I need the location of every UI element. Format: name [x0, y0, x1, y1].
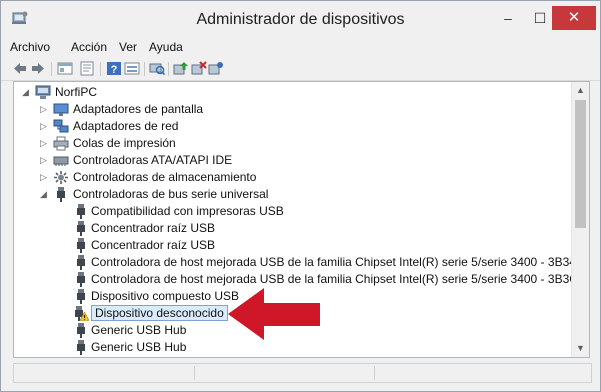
usb-plug-icon — [77, 289, 85, 304]
expand-icon[interactable]: ▷ — [40, 172, 50, 182]
close-button[interactable]: ✕ — [552, 6, 596, 30]
tree-device[interactable]: Compatibilidad con impresoras USB — [73, 203, 573, 220]
forward-arrow-icon[interactable] — [30, 61, 46, 76]
usb-plug-icon — [77, 340, 85, 355]
usb-plug-icon — [77, 221, 85, 236]
menu-ver[interactable]: Ver — [119, 40, 137, 54]
scrollbar-thumb[interactable] — [575, 100, 586, 228]
computer-icon — [35, 85, 51, 99]
expand-icon[interactable]: ▷ — [40, 155, 50, 165]
tree-device-label: Controladora de host mejorada USB de la … — [91, 272, 578, 286]
tree-device-label: Concentrador raíz USB — [91, 221, 216, 235]
update-driver-icon[interactable] — [173, 61, 189, 76]
tree-root[interactable]: ◢ NorfiPC — [22, 84, 322, 101]
menu-accion[interactable]: Acción — [71, 40, 107, 54]
tree-device-label: Dispositivo desconocido — [91, 305, 228, 321]
usb-plug-icon — [77, 272, 85, 287]
scroll-up-arrow-icon[interactable]: ▲ — [572, 82, 589, 99]
red-annotation-arrow-icon — [228, 288, 320, 340]
usb-plug-icon — [77, 238, 85, 253]
tree-device[interactable]: Controladora de host mejorada USB de la … — [73, 254, 576, 271]
menu-bar: Archivo Acción Ver Ayuda — [1, 38, 600, 58]
scroll-down-arrow-icon[interactable]: ▼ — [572, 340, 589, 357]
toolbar-separator — [144, 62, 145, 76]
tree-device-label: Generic USB Hub — [91, 340, 187, 354]
tree-category[interactable]: ▷ Adaptadores de red — [40, 118, 340, 135]
view-icon[interactable] — [57, 61, 73, 76]
tree-category[interactable]: ▷ Controladoras ATA/ATAPI IDE — [40, 152, 340, 169]
expand-icon[interactable]: ▷ — [40, 121, 50, 131]
menu-archivo[interactable]: Archivo — [10, 40, 50, 54]
tree-device-selected[interactable]: Dispositivo desconocido — [73, 305, 573, 322]
tree-device[interactable]: Controladora de host mejorada USB de la … — [73, 271, 578, 288]
tree-device-label: Generic USB Hub — [91, 323, 187, 337]
display-adapter-icon — [53, 103, 69, 116]
enable-icon[interactable] — [208, 61, 224, 76]
unknown-device-warning-icon — [75, 306, 89, 321]
tree-category-label: Controladoras de almacenamiento — [73, 170, 257, 184]
tree-category[interactable]: ▷ Colas de impresión — [40, 135, 340, 152]
uninstall-icon[interactable] — [191, 61, 207, 76]
tree-category-expanded[interactable]: ◢ Controladoras de bus serie universal — [40, 186, 340, 203]
ide-controller-icon — [53, 156, 69, 166]
expand-icon[interactable]: ▷ — [40, 138, 50, 148]
properties-icon[interactable] — [79, 61, 95, 76]
expand-icon[interactable]: ▷ — [40, 104, 50, 114]
toolbar-separator — [51, 62, 52, 76]
network-adapter-icon — [53, 119, 69, 133]
storage-controller-icon — [54, 171, 68, 184]
tree-root-label: NorfiPC — [55, 85, 98, 99]
printer-icon — [53, 136, 69, 151]
tree-category-label: Controladoras de bus serie universal — [73, 187, 269, 201]
status-bar — [13, 363, 592, 383]
toolbar: ? — [1, 58, 600, 81]
maximize-button[interactable]: ☐ — [525, 6, 555, 30]
toolbar-separator — [100, 62, 101, 76]
tree-device-label: Compatibilidad con impresoras USB — [91, 204, 284, 218]
collapse-icon[interactable]: ◢ — [40, 189, 50, 199]
tree-category-label: Adaptadores de pantalla — [73, 102, 204, 116]
svg-text:?: ? — [111, 64, 118, 76]
status-divider — [374, 366, 375, 380]
tree-device[interactable]: Generic USB Hub — [73, 339, 573, 356]
view-toggle-icon[interactable] — [124, 61, 140, 76]
tree-device[interactable]: Dispositivo compuesto USB — [73, 288, 573, 305]
usb-plug-icon — [77, 323, 85, 338]
vertical-scrollbar[interactable]: ▲ ▼ — [571, 82, 589, 357]
tree-device[interactable]: Concentrador raíz USB — [73, 237, 573, 254]
tree-device-label: Controladora de host mejorada USB de la … — [91, 255, 576, 269]
usb-plug-icon — [77, 204, 85, 219]
collapse-icon[interactable]: ◢ — [22, 87, 32, 97]
tree-category[interactable]: ▷ Controladoras de almacenamiento — [40, 169, 340, 186]
usb-plug-icon — [57, 187, 65, 202]
tree-category-label: Controladoras ATA/ATAPI IDE — [73, 153, 233, 167]
minimize-button[interactable]: – — [493, 6, 523, 30]
tree-device-label: Dispositivo compuesto USB — [91, 289, 240, 303]
status-divider — [194, 366, 195, 380]
usb-plug-icon — [77, 255, 85, 270]
toolbar-separator — [168, 62, 169, 76]
tree-device[interactable]: Concentrador raíz USB — [73, 220, 573, 237]
tree-device-label: Concentrador raíz USB — [91, 238, 216, 252]
tree-category-label: Adaptadores de red — [73, 119, 179, 133]
scan-hardware-icon[interactable] — [149, 61, 165, 76]
menu-ayuda[interactable]: Ayuda — [149, 40, 183, 54]
help-icon[interactable]: ? — [106, 61, 122, 76]
tree-category[interactable]: ▷ Adaptadores de pantalla — [40, 101, 340, 118]
tree-device[interactable]: Generic USB Hub — [73, 322, 573, 339]
title-bar: Administrador de dispositivos – ☐ ✕ — [1, 1, 600, 37]
back-arrow-icon[interactable] — [12, 61, 28, 76]
tree-category-label: Colas de impresión — [73, 136, 176, 150]
